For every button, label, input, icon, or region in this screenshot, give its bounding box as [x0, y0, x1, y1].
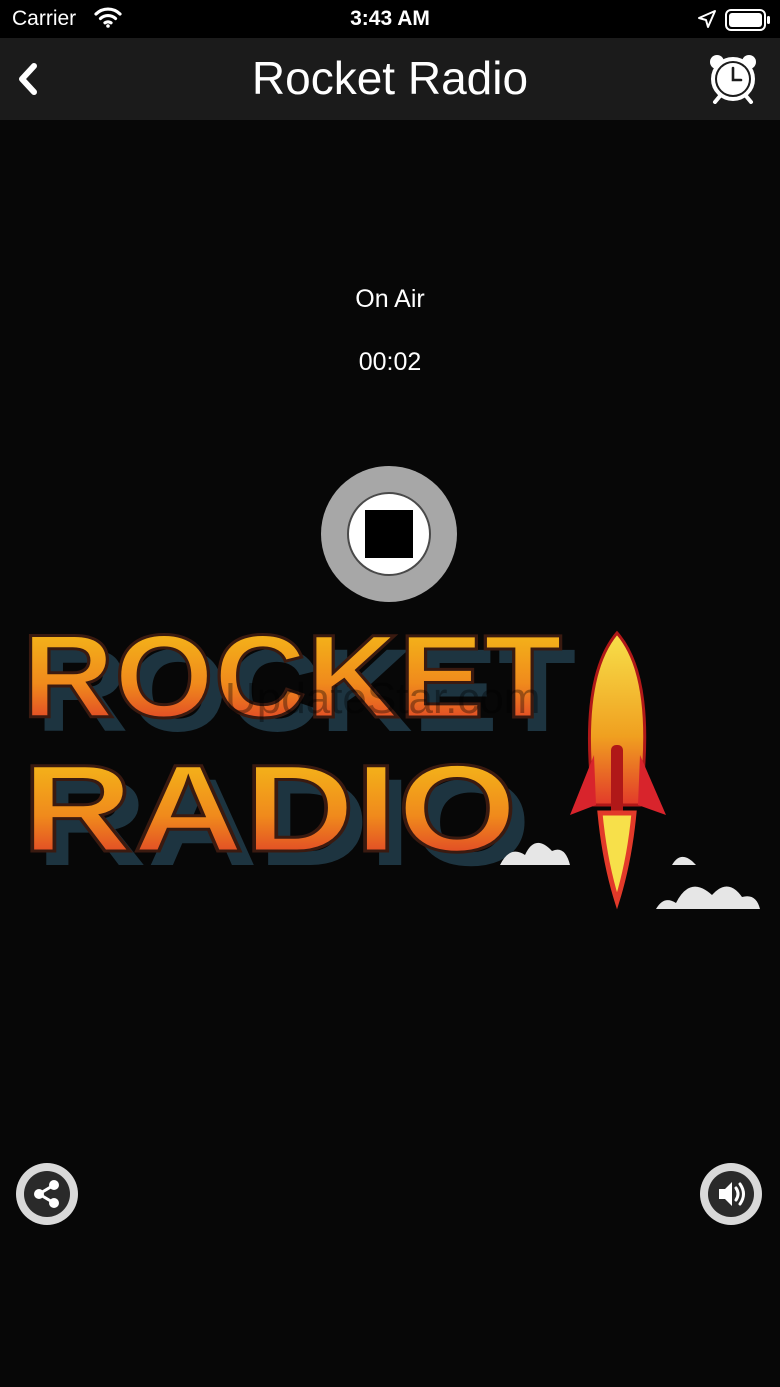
status-time: 3:43 AM: [350, 7, 430, 30]
on-air-label: On Air: [355, 285, 425, 313]
rocket-icon: [570, 630, 666, 910]
page-title: Rocket Radio: [251, 52, 529, 104]
location-icon: [697, 9, 717, 34]
navigation-bar: Rocket Radio: [0, 38, 780, 120]
stop-button-face: [347, 492, 431, 576]
volume-button-face: [708, 1171, 754, 1217]
share-button-face: [24, 1171, 70, 1217]
battery-icon: [725, 9, 771, 36]
logo-line2: RADIO: [22, 740, 517, 878]
status-bar: Carrier 3:43 AM: [0, 0, 780, 38]
alarm-button[interactable]: [706, 50, 760, 104]
volume-button[interactable]: [700, 1163, 762, 1225]
share-button[interactable]: [16, 1163, 78, 1225]
stop-icon: [365, 510, 413, 558]
share-icon: [34, 1180, 59, 1208]
elapsed-time: 00:02: [358, 348, 422, 376]
alarm-clock-icon: [710, 55, 756, 104]
watermark-text: UpdateStar.com: [225, 674, 541, 723]
stop-button[interactable]: [321, 466, 457, 602]
volume-icon: [719, 1182, 745, 1206]
station-logo: ROCKET RADIO ROCKET RADIO UpdateStar.com: [0, 605, 780, 925]
